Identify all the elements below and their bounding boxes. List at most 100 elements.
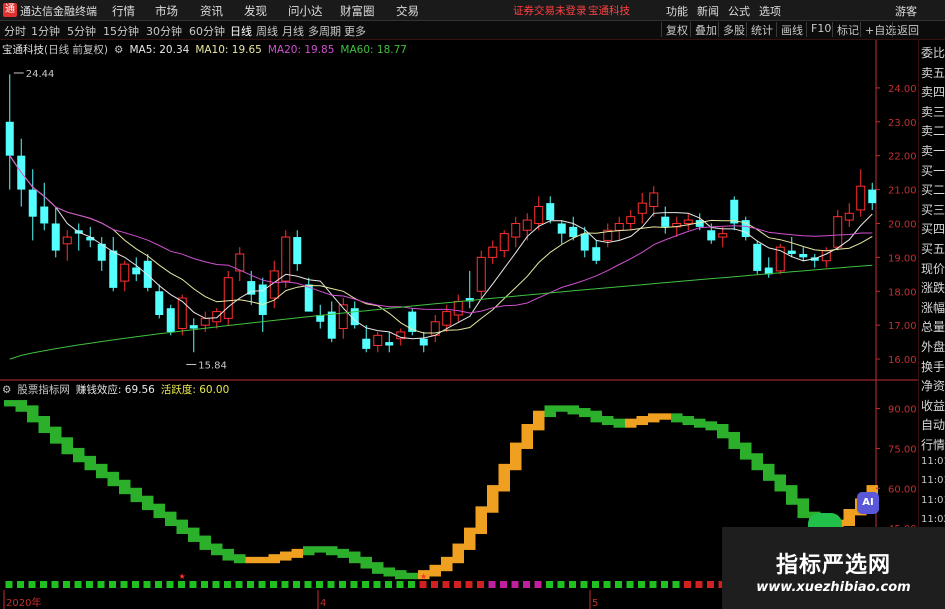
period-60min[interactable]: 60分钟 <box>189 23 225 39</box>
tool-duogu[interactable]: 多股 <box>718 22 745 37</box>
menu-guest[interactable]: 游客 <box>895 3 917 19</box>
tool-f10[interactable]: F10 <box>806 22 831 37</box>
side-panel-item: 买一 <box>921 163 945 178</box>
candle-body <box>177 297 187 330</box>
legend-mode: (日线 前复权) <box>44 44 109 56</box>
signal-square <box>247 581 254 588</box>
price-tick-label: 22.00 <box>888 152 917 163</box>
indicator-bar <box>590 410 602 423</box>
period-fenshi[interactable]: 分时 <box>4 23 26 39</box>
indicator-bar <box>464 527 476 550</box>
indicator-bar <box>211 543 223 556</box>
side-panel-item: 卖一 <box>921 144 945 158</box>
tool-tongji[interactable]: 统计 <box>746 22 773 37</box>
candle-body <box>534 206 544 224</box>
period-more[interactable]: 更多 <box>344 23 366 39</box>
signal-square <box>661 581 668 588</box>
signal-square <box>281 581 289 588</box>
kline-chart[interactable]: ★ ★ 16.00 17.00 18.00 19.00 20.00 21.00 22.00 23… <box>0 40 918 609</box>
indicator-bar <box>625 418 637 428</box>
period-1min[interactable]: 1分钟 <box>31 23 60 39</box>
side-panel-item: 买二 <box>921 183 945 198</box>
candle-body <box>189 325 198 329</box>
signal-square <box>109 581 116 588</box>
period-monthly[interactable]: 月线 <box>282 23 304 39</box>
period-15min[interactable]: 15分钟 <box>103 23 139 39</box>
candle-body <box>546 203 555 221</box>
candle-body <box>223 277 233 319</box>
tool-fuquan[interactable]: 复权 <box>661 22 688 37</box>
settings-icon[interactable]: ⚙ <box>114 44 123 56</box>
signal-square <box>580 581 588 588</box>
period-weekly[interactable]: 周线 <box>256 23 278 39</box>
legend-ma20: MA20: 19.85 <box>267 44 335 56</box>
signal-square <box>419 581 427 588</box>
candle-body <box>109 250 118 288</box>
menu-gongneng[interactable]: 功能 <box>666 3 688 19</box>
signal-square <box>534 581 542 588</box>
period-multi[interactable]: 多周期 <box>308 23 341 39</box>
indicator-bar <box>567 405 579 415</box>
indicator-bar <box>96 463 108 479</box>
menu-hangqing[interactable]: 行情 <box>112 3 135 19</box>
tool-huaxian[interactable]: 画线 <box>776 22 803 37</box>
indicator-bar <box>694 418 706 428</box>
indicator-settings-icon[interactable]: ⚙ <box>2 384 11 396</box>
candle-body <box>730 199 739 224</box>
menu-xuanxiang[interactable]: 选项 <box>759 3 781 19</box>
indicator-bar <box>406 572 418 580</box>
candle-body <box>476 256 486 292</box>
period-daily[interactable]: 日线 <box>230 23 252 39</box>
candle-body <box>580 233 589 251</box>
signal-square <box>465 581 473 588</box>
side-panel-item: 涨幅 <box>921 300 945 315</box>
candle-body <box>373 334 383 346</box>
indicator-bar <box>659 413 671 420</box>
menu-gongshi[interactable]: 公式 <box>728 3 750 19</box>
side-panel-item: 11:01 <box>921 475 945 487</box>
tool-add-favorite[interactable]: +自选 <box>860 22 896 37</box>
app-title: 通达信金融终端 <box>20 5 97 18</box>
signal-square <box>327 581 335 588</box>
menu-shichang[interactable]: 市场 <box>155 3 178 19</box>
signal-square <box>189 581 197 588</box>
indicator-bar <box>38 416 50 434</box>
indicator-bar <box>717 423 729 439</box>
candle-body <box>453 300 463 316</box>
tool-diejia[interactable]: 叠加 <box>690 22 717 37</box>
signal-square <box>454 581 461 588</box>
price-tick-label: 18.00 <box>888 287 917 298</box>
indicator-bar <box>84 455 96 471</box>
legend-ma5: MA5: 20.34 <box>129 44 190 56</box>
menu-jiaoyi[interactable]: 交易 <box>396 3 419 19</box>
indicator-tick-label: 90.00 <box>888 405 917 416</box>
tool-back[interactable]: 返回 <box>892 22 919 37</box>
indicator-bar <box>441 556 453 572</box>
signal-marker: ★ <box>179 572 186 581</box>
side-panel-item: 总量 <box>921 320 945 335</box>
ai-assistant-button[interactable]: AI <box>857 492 879 514</box>
menu-faxian[interactable]: 发现 <box>244 3 267 19</box>
stock-notice[interactable]: 宝通科技 <box>588 3 630 18</box>
login-notice[interactable]: 证券交易未登录 <box>513 3 587 18</box>
candle-body <box>522 219 532 231</box>
period-30min[interactable]: 30分钟 <box>146 23 182 39</box>
indicator-bar <box>303 546 315 556</box>
signal-square <box>166 581 174 588</box>
signal-square <box>523 581 530 588</box>
signal-square <box>178 581 185 588</box>
candle-body <box>120 263 130 282</box>
menu-zixun[interactable]: 资讯 <box>200 3 223 19</box>
signal-square <box>649 581 657 588</box>
period-5min[interactable]: 5分钟 <box>67 23 96 39</box>
ma10-line <box>9 155 873 334</box>
candle-body <box>51 223 60 251</box>
signal-square <box>396 581 404 588</box>
signal-square <box>97 581 105 588</box>
watermark-url: www.xuezhibiao.com <box>756 580 911 595</box>
menu-wenxiaoda[interactable]: 问小达 <box>288 3 323 19</box>
menu-xinwen[interactable]: 新闻 <box>697 3 719 19</box>
indicator-bar <box>291 548 303 558</box>
tool-biaoji[interactable]: 标记 <box>832 22 859 37</box>
menu-caifuquan[interactable]: 财富圈 <box>340 3 375 19</box>
